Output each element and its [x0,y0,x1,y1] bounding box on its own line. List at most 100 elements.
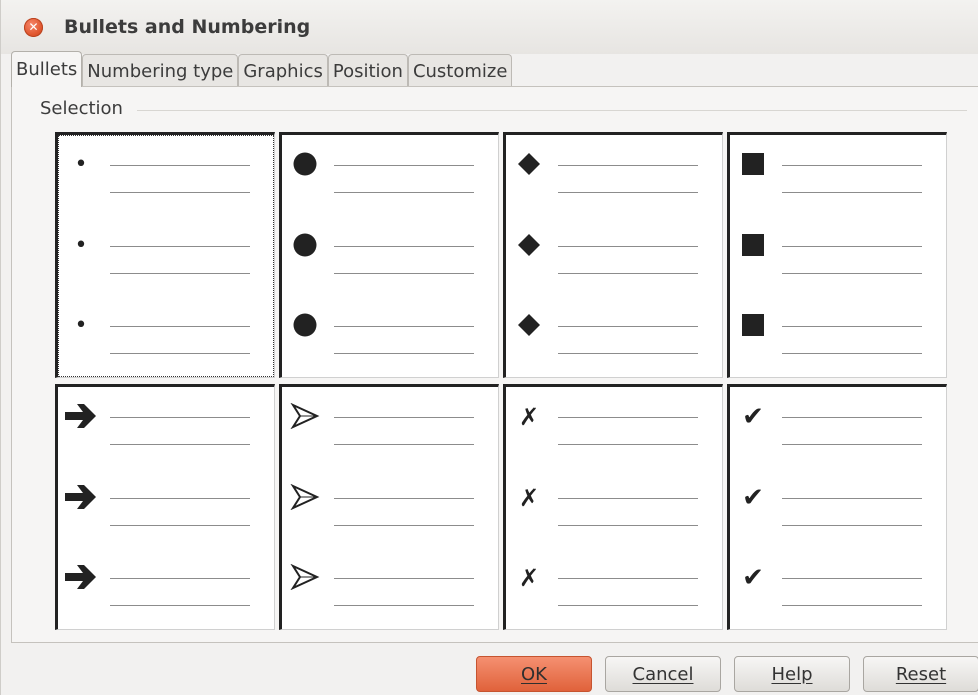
ok-button[interactable]: OK [476,656,592,692]
bullet-style-arrow[interactable] [55,384,275,630]
square-bullet-icon [742,152,764,178]
preview-row [282,141,498,201]
preview-line [110,353,250,354]
preview-line [558,417,698,418]
preview-row: ✗ [506,554,722,614]
preview-line [782,353,922,354]
preview-line [558,326,698,327]
tab-customize[interactable]: Customize [407,54,513,87]
bullet-slot: • [64,232,98,260]
preview-row [506,302,722,362]
preview-line [558,192,698,193]
bullet-slot [288,151,322,179]
preview-row: ✗ [506,393,722,453]
bullet-style-large-circle[interactable] [279,132,499,378]
preview-row: ✔ [730,554,946,614]
bullet-style-diamond[interactable] [503,132,723,378]
preview-line [334,444,474,445]
preview-line [334,417,474,418]
preview-row: • [58,222,274,282]
bullet-slot: ✗ [512,484,546,512]
preview-line [782,246,922,247]
preview-line [110,326,250,327]
selection-label: Selection [40,98,123,119]
square-bullet-icon [742,233,764,259]
preview-line [558,444,698,445]
preview-line [782,165,922,166]
preview-line [558,578,698,579]
bullet-slot [288,232,322,260]
arrowhead-bullet-icon [290,483,320,513]
check-mark-bullet-icon: ✔ [742,483,764,513]
preview-line [782,326,922,327]
tab-bar: Bullets Numbering type Graphics Position… [11,51,513,87]
bullet-style-grid: • • • ✗ ✗ ✗ ✔ ✔ ✔ [55,132,971,632]
preview-row [58,393,274,453]
preview-line [110,578,250,579]
preview-row [730,302,946,362]
diamond-bullet-icon [517,233,541,260]
preview-row [730,141,946,201]
bullet-slot [64,403,98,431]
reset-button[interactable]: Reset [863,656,978,692]
button-bar: OK Cancel Help Reset [1,656,978,692]
bullet-slot [64,484,98,512]
preview-line [334,353,474,354]
bullet-slot: • [64,151,98,179]
tab-graphics[interactable]: Graphics [238,54,328,87]
small-dot-bullet-icon: • [74,233,88,258]
preview-row [58,554,274,614]
bullet-slot: ✔ [736,564,770,592]
large-circle-bullet-icon [292,312,318,341]
bullet-slot: ✔ [736,484,770,512]
bullet-style-arrowhead[interactable] [279,384,499,630]
arrow-bullet-icon [63,483,99,514]
bullet-style-square[interactable] [727,132,947,378]
preview-line [782,192,922,193]
square-bullet-icon [742,313,764,339]
tab-bullets[interactable]: Bullets [11,51,83,87]
section-divider [137,110,967,111]
diamond-bullet-icon [517,152,541,179]
bullet-slot [512,312,546,340]
preview-line [334,246,474,247]
tab-position[interactable]: Position [327,54,408,87]
x-mark-bullet-icon: ✗ [518,484,540,512]
preview-row [282,302,498,362]
cancel-button[interactable]: Cancel [605,656,721,692]
bullets-and-numbering-dialog: ✕ Bullets and Numbering Bullets Numberin… [0,0,978,695]
tab-numbering-type[interactable]: Numbering type [82,54,239,87]
bullet-slot: ✔ [736,403,770,431]
preview-line [110,273,250,274]
bullet-style-x-mark[interactable]: ✗ ✗ ✗ [503,384,723,630]
help-button[interactable]: Help [734,656,850,692]
preview-line [110,605,250,606]
bullet-slot [736,232,770,260]
bullet-slot [288,312,322,340]
preview-row [730,222,946,282]
preview-row: • [58,302,274,362]
x-mark-bullet-icon: ✗ [518,564,540,592]
small-dot-bullet-icon: • [74,152,88,177]
close-icon[interactable]: ✕ [24,18,43,37]
preview-line [558,246,698,247]
bullet-style-small-dot[interactable]: • • • [55,132,275,378]
preview-line [334,578,474,579]
bullets-panel: Selection • • • ✗ ✗ ✗ ✔ ✔ ✔ [11,86,978,643]
preview-line [558,353,698,354]
preview-line [558,525,698,526]
preview-line [334,605,474,606]
preview-line [782,273,922,274]
preview-row [282,474,498,534]
preview-line [334,498,474,499]
large-circle-bullet-icon [292,151,318,180]
bullet-slot: • [64,312,98,340]
preview-line [782,578,922,579]
bullet-slot [736,151,770,179]
preview-row: ✔ [730,474,946,534]
bullet-style-check-mark[interactable]: ✔ ✔ ✔ [727,384,947,630]
arrow-bullet-icon [63,402,99,433]
preview-line [334,273,474,274]
arrow-bullet-icon [63,563,99,594]
preview-row [282,222,498,282]
